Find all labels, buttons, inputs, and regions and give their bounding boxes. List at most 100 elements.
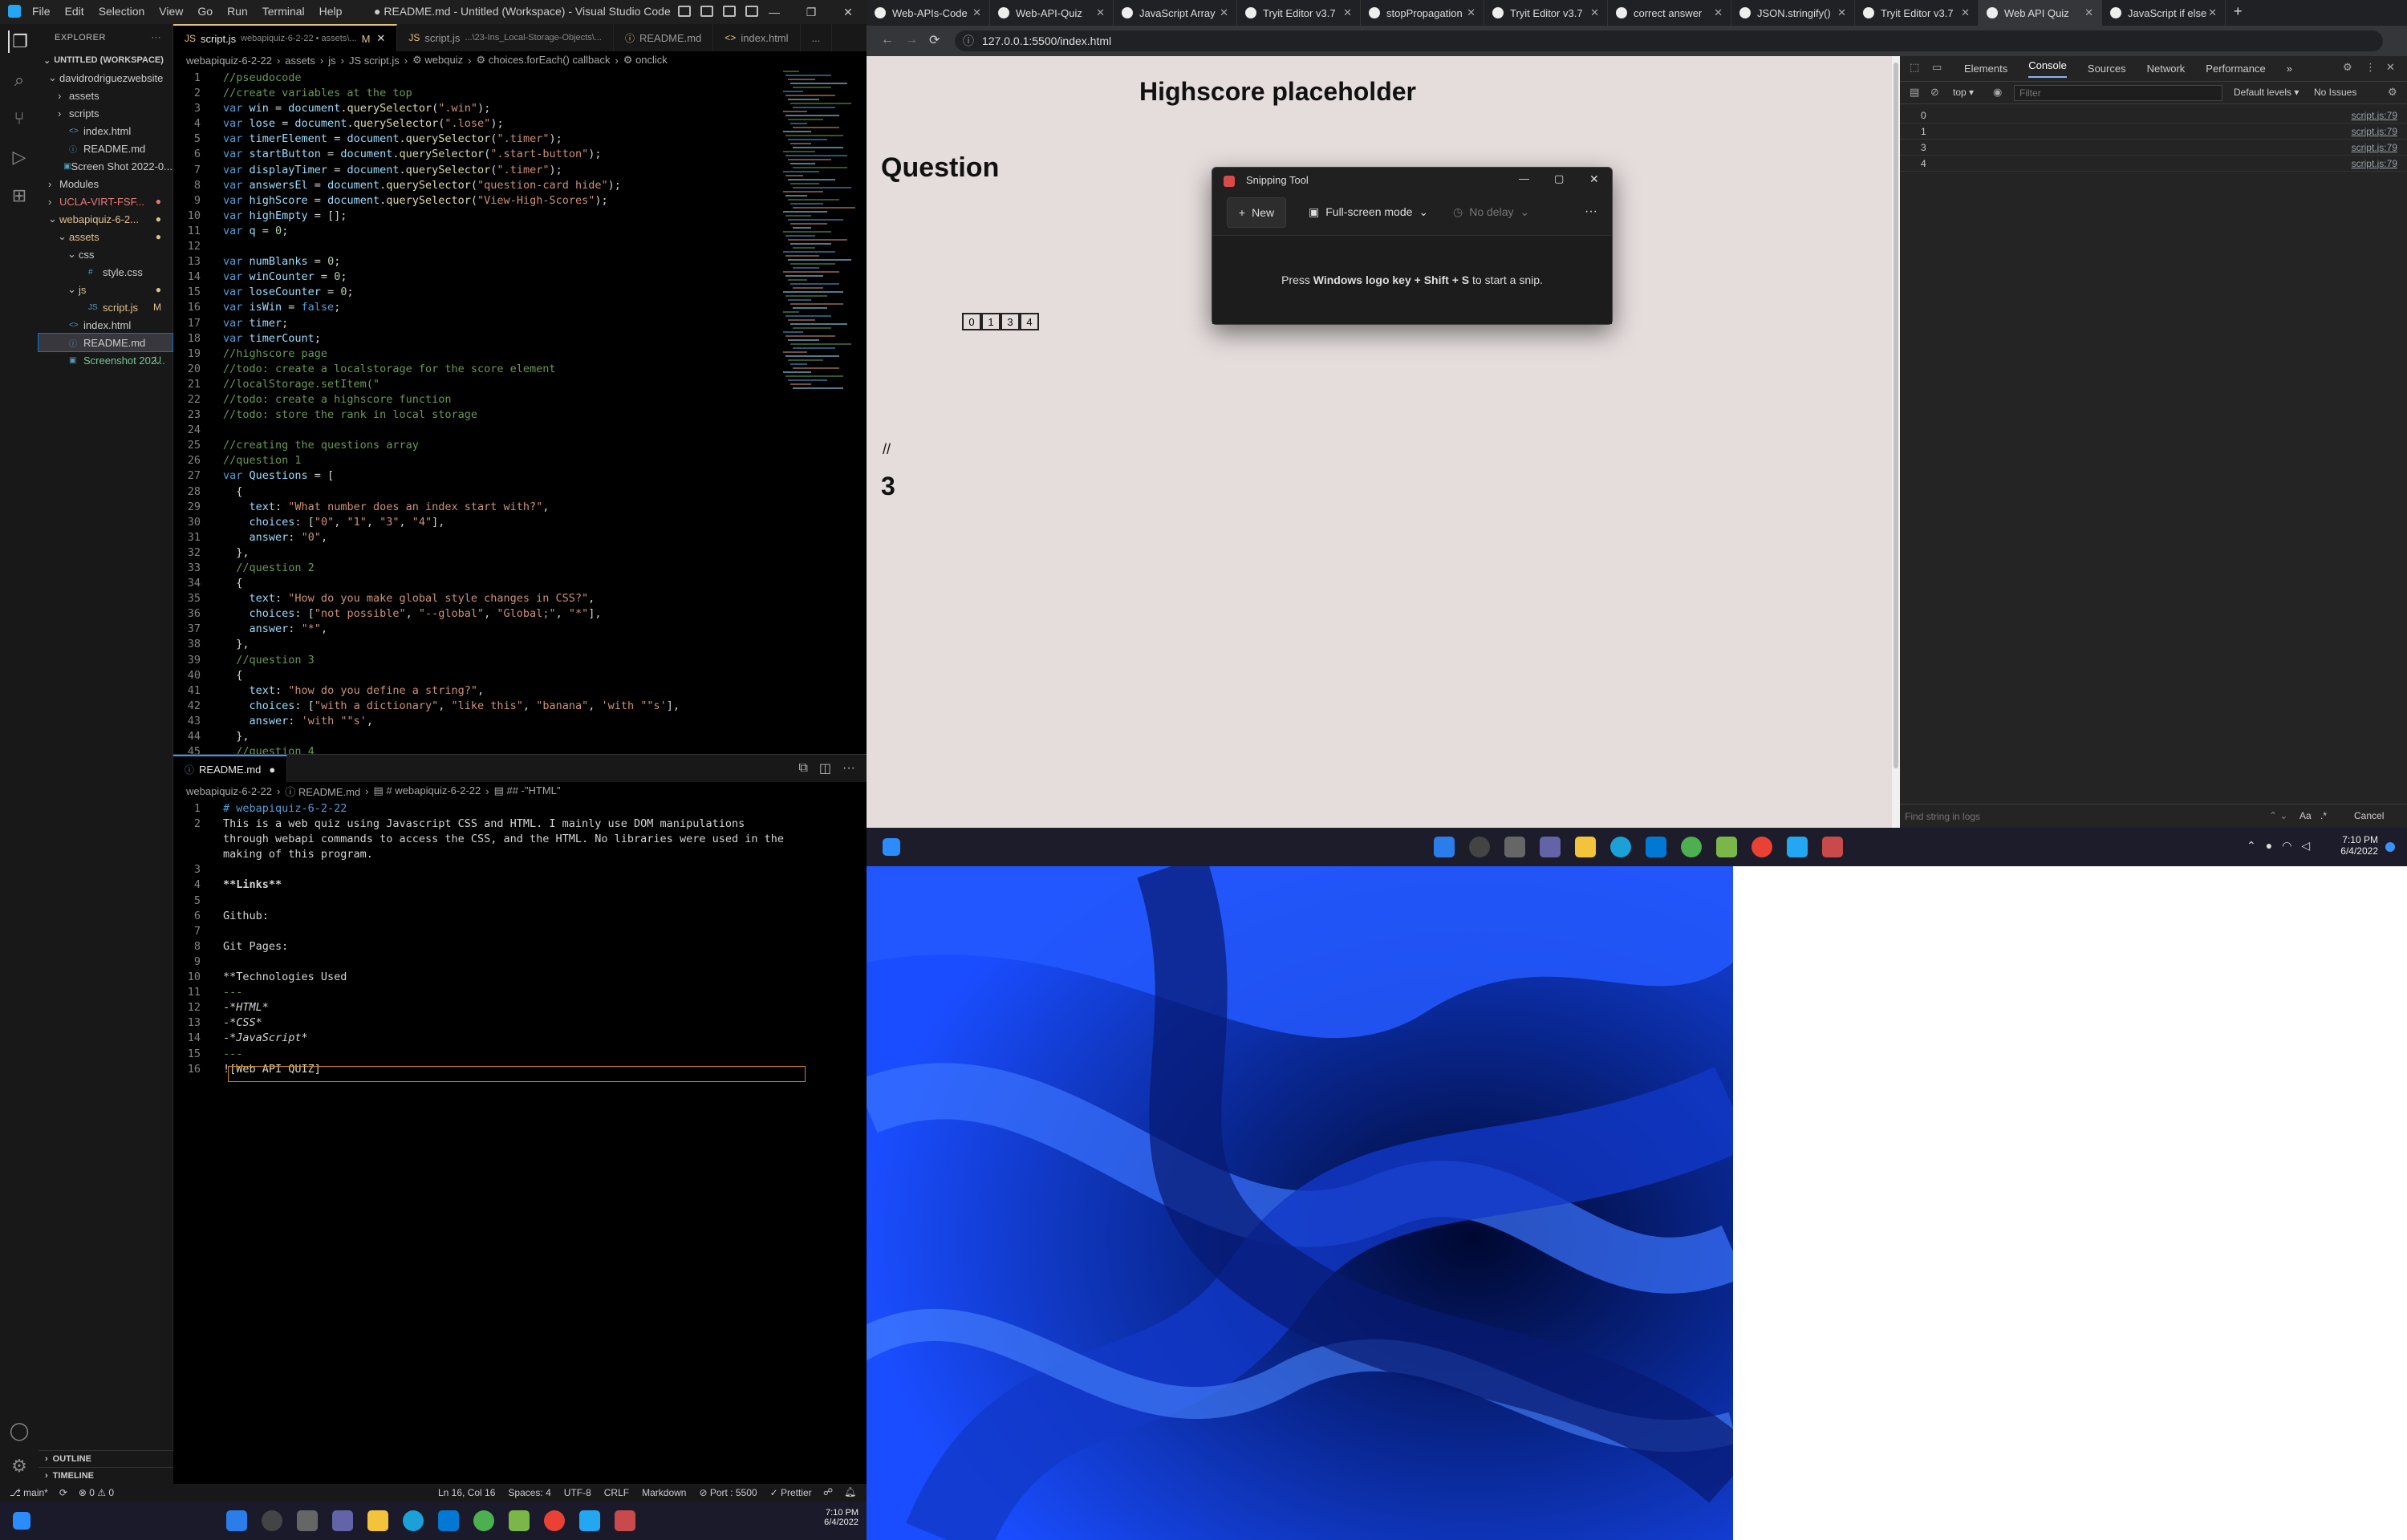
- windows-start-icon[interactable]: [226, 1510, 247, 1531]
- more-actions-icon[interactable]: ···: [842, 761, 855, 776]
- editor-tab[interactable]: JS script.js webapiquiz-6-2-22 • assets\..…: [173, 24, 398, 51]
- snip-more-button[interactable]: ···: [1585, 205, 1597, 219]
- tree-item[interactable]: ⌄ assets ●: [39, 228, 173, 245]
- tree-item[interactable]: ⓘ README.md: [38, 333, 173, 352]
- menu-go[interactable]: Go: [197, 5, 213, 18]
- scrollbar-thumb[interactable]: [1894, 63, 1898, 768]
- match-case-toggle[interactable]: Aa: [2299, 810, 2312, 821]
- tab-close-icon[interactable]: ✕: [1467, 6, 1475, 19]
- browser-tab[interactable]: correct answer ✕: [1608, 0, 1731, 26]
- new-snip-button[interactable]: + New: [1227, 197, 1286, 228]
- vscode-taskbar-icon[interactable]: [1787, 837, 1808, 857]
- snipping-tool-taskbar-icon[interactable]: [1822, 837, 1843, 857]
- find-prev-next[interactable]: ⌃ ⌄: [2269, 810, 2287, 821]
- wifi-icon[interactable]: ◠: [2282, 839, 2291, 853]
- edge-icon[interactable]: [403, 1510, 424, 1531]
- notifications-bell-icon[interactable]: 🔔︎: [844, 1486, 856, 1497]
- toggle-secondary-sidebar-icon[interactable]: [723, 6, 736, 17]
- breadcrumb-item[interactable]: ⚙ choices.forEach() callback: [476, 54, 610, 67]
- tree-item[interactable]: › assets: [39, 87, 173, 104]
- tab-close-icon[interactable]: ✕: [2208, 6, 2217, 19]
- regex-toggle[interactable]: .*: [2320, 810, 2327, 821]
- app2-icon[interactable]: [1716, 837, 1737, 857]
- store-icon[interactable]: [1646, 837, 1666, 857]
- find-input[interactable]: [1905, 808, 2242, 825]
- tree-item[interactable]: JS script.js M: [39, 298, 173, 316]
- back-icon[interactable]: ←: [881, 33, 894, 47]
- tree-item[interactable]: ⌄ css: [39, 245, 173, 263]
- outline-section[interactable]: › OUTLINE: [39, 1450, 173, 1467]
- new-tab-button[interactable]: +: [2226, 0, 2251, 26]
- account-icon[interactable]: ◯: [8, 1420, 30, 1442]
- tray-overflow-icon[interactable]: ⌃: [2247, 839, 2256, 853]
- tab-close-icon[interactable]: ✕: [972, 6, 981, 19]
- tree-item[interactable]: ⌄ webapiquiz-6-2... ●: [39, 210, 173, 228]
- browser-tab[interactable]: Web-API-Quiz ✕: [990, 0, 1114, 26]
- tab-close-icon[interactable]: ✕: [1961, 6, 1970, 19]
- breadcrumb-item[interactable]: webapiquiz-6-2-22: [186, 785, 272, 797]
- context-selector[interactable]: top ▾: [1953, 87, 1974, 98]
- console-filter-input[interactable]: [2014, 85, 2222, 101]
- chat-icon[interactable]: [1540, 837, 1561, 857]
- vscode-taskbar-icon[interactable]: [579, 1510, 600, 1531]
- menu-terminal[interactable]: Terminal: [262, 5, 305, 18]
- tree-item[interactable]: › Modules: [39, 175, 173, 192]
- find-cancel-button[interactable]: Cancel: [2354, 810, 2384, 821]
- devtools-tab[interactable]: Elements: [1964, 63, 2007, 75]
- open-preview-icon[interactable]: ⧉: [798, 761, 807, 776]
- devtools-tab[interactable]: »: [2287, 63, 2292, 75]
- page-scrollbar[interactable]: [1892, 56, 1900, 828]
- menu-run[interactable]: Run: [227, 5, 248, 18]
- status-item[interactable]: ⎇ main*: [10, 1487, 48, 1498]
- breadcrumb-item[interactable]: assets: [285, 55, 315, 67]
- tree-item[interactable]: ▣ Screenshot 202... U: [39, 351, 173, 369]
- forward-icon[interactable]: →: [905, 33, 918, 47]
- browser-tab[interactable]: Web API Quiz ✕: [1979, 0, 2102, 26]
- browser-tab[interactable]: Tryit Editor v3.7 ✕: [1484, 0, 1608, 26]
- status-item[interactable]: Spaces: 4: [508, 1487, 550, 1498]
- minimize-button[interactable]: —: [756, 0, 793, 24]
- delay-dropdown[interactable]: ◷ No delay ⌄: [1453, 205, 1529, 219]
- app-icon[interactable]: [1681, 837, 1702, 857]
- address-bar[interactable]: ⓘ 127.0.0.1:5500/index.html: [955, 30, 2383, 51]
- minimap[interactable]: [778, 71, 867, 407]
- status-item[interactable]: UTF-8: [564, 1487, 591, 1498]
- devtools-tab[interactable]: Console: [2028, 59, 2067, 78]
- task-view-icon[interactable]: [1504, 837, 1525, 857]
- menu-help[interactable]: Help: [319, 5, 343, 18]
- tab-close-icon[interactable]: ✕: [2084, 6, 2093, 19]
- browser-tab[interactable]: Tryit Editor v3.7 ✕: [1237, 0, 1361, 26]
- breadcrumb-item[interactable]: ▤ # webapiquiz-6-2-22: [374, 784, 481, 797]
- status-item[interactable]: ⟳: [59, 1487, 67, 1498]
- clock[interactable]: 7:10 PM 6/4/2022: [810, 1508, 858, 1527]
- devtools-tab[interactable]: Network: [2147, 63, 2186, 75]
- menu-view[interactable]: View: [159, 5, 183, 18]
- choice-button[interactable]: 0: [962, 313, 981, 330]
- editor-tab[interactable]: ...: [800, 24, 833, 51]
- tab-close-icon[interactable]: ✕: [1837, 6, 1846, 19]
- unsaved-dot-icon[interactable]: ●: [269, 764, 275, 776]
- app2-icon[interactable]: [509, 1510, 530, 1531]
- tree-item[interactable]: › UCLA-VIRT-FSF... ●: [39, 192, 173, 210]
- status-item[interactable]: CRLF: [604, 1487, 629, 1498]
- widgets-icon[interactable]: [883, 838, 900, 856]
- devtools-tab[interactable]: Sources: [2088, 63, 2126, 75]
- status-item[interactable]: ⊗ 0 ⚠ 0: [79, 1487, 114, 1498]
- volume-icon[interactable]: ◁: [2301, 839, 2310, 853]
- code-editor-script[interactable]: 1 //pseudocode 2 //create variables at the …: [173, 71, 867, 775]
- status-item[interactable]: Markdown: [642, 1487, 686, 1498]
- menu-selection[interactable]: Selection: [99, 5, 145, 18]
- choice-button[interactable]: 1: [981, 313, 1001, 330]
- log-source-link[interactable]: script.js:79: [2352, 142, 2397, 153]
- devtools-more-icon[interactable]: ⋮: [2365, 61, 2376, 74]
- accounts-icon[interactable]: ☍: [823, 1486, 833, 1497]
- status-item[interactable]: ✓ Prettier: [770, 1487, 812, 1498]
- edge-icon[interactable]: [1610, 837, 1631, 857]
- tab-close-icon[interactable]: ✕: [1096, 6, 1105, 19]
- browser-tab[interactable]: JavaScript if else ✕: [2102, 0, 2226, 26]
- editor-tab[interactable]: <> index.html: [713, 24, 801, 51]
- breadcrumb-item[interactable]: ⓘ README.md: [285, 784, 360, 799]
- snipping-tool-taskbar-icon[interactable]: [615, 1510, 635, 1531]
- devtools-settings-icon[interactable]: ⚙: [2343, 61, 2352, 74]
- snip-maximize-button[interactable]: ▢: [1554, 172, 1564, 185]
